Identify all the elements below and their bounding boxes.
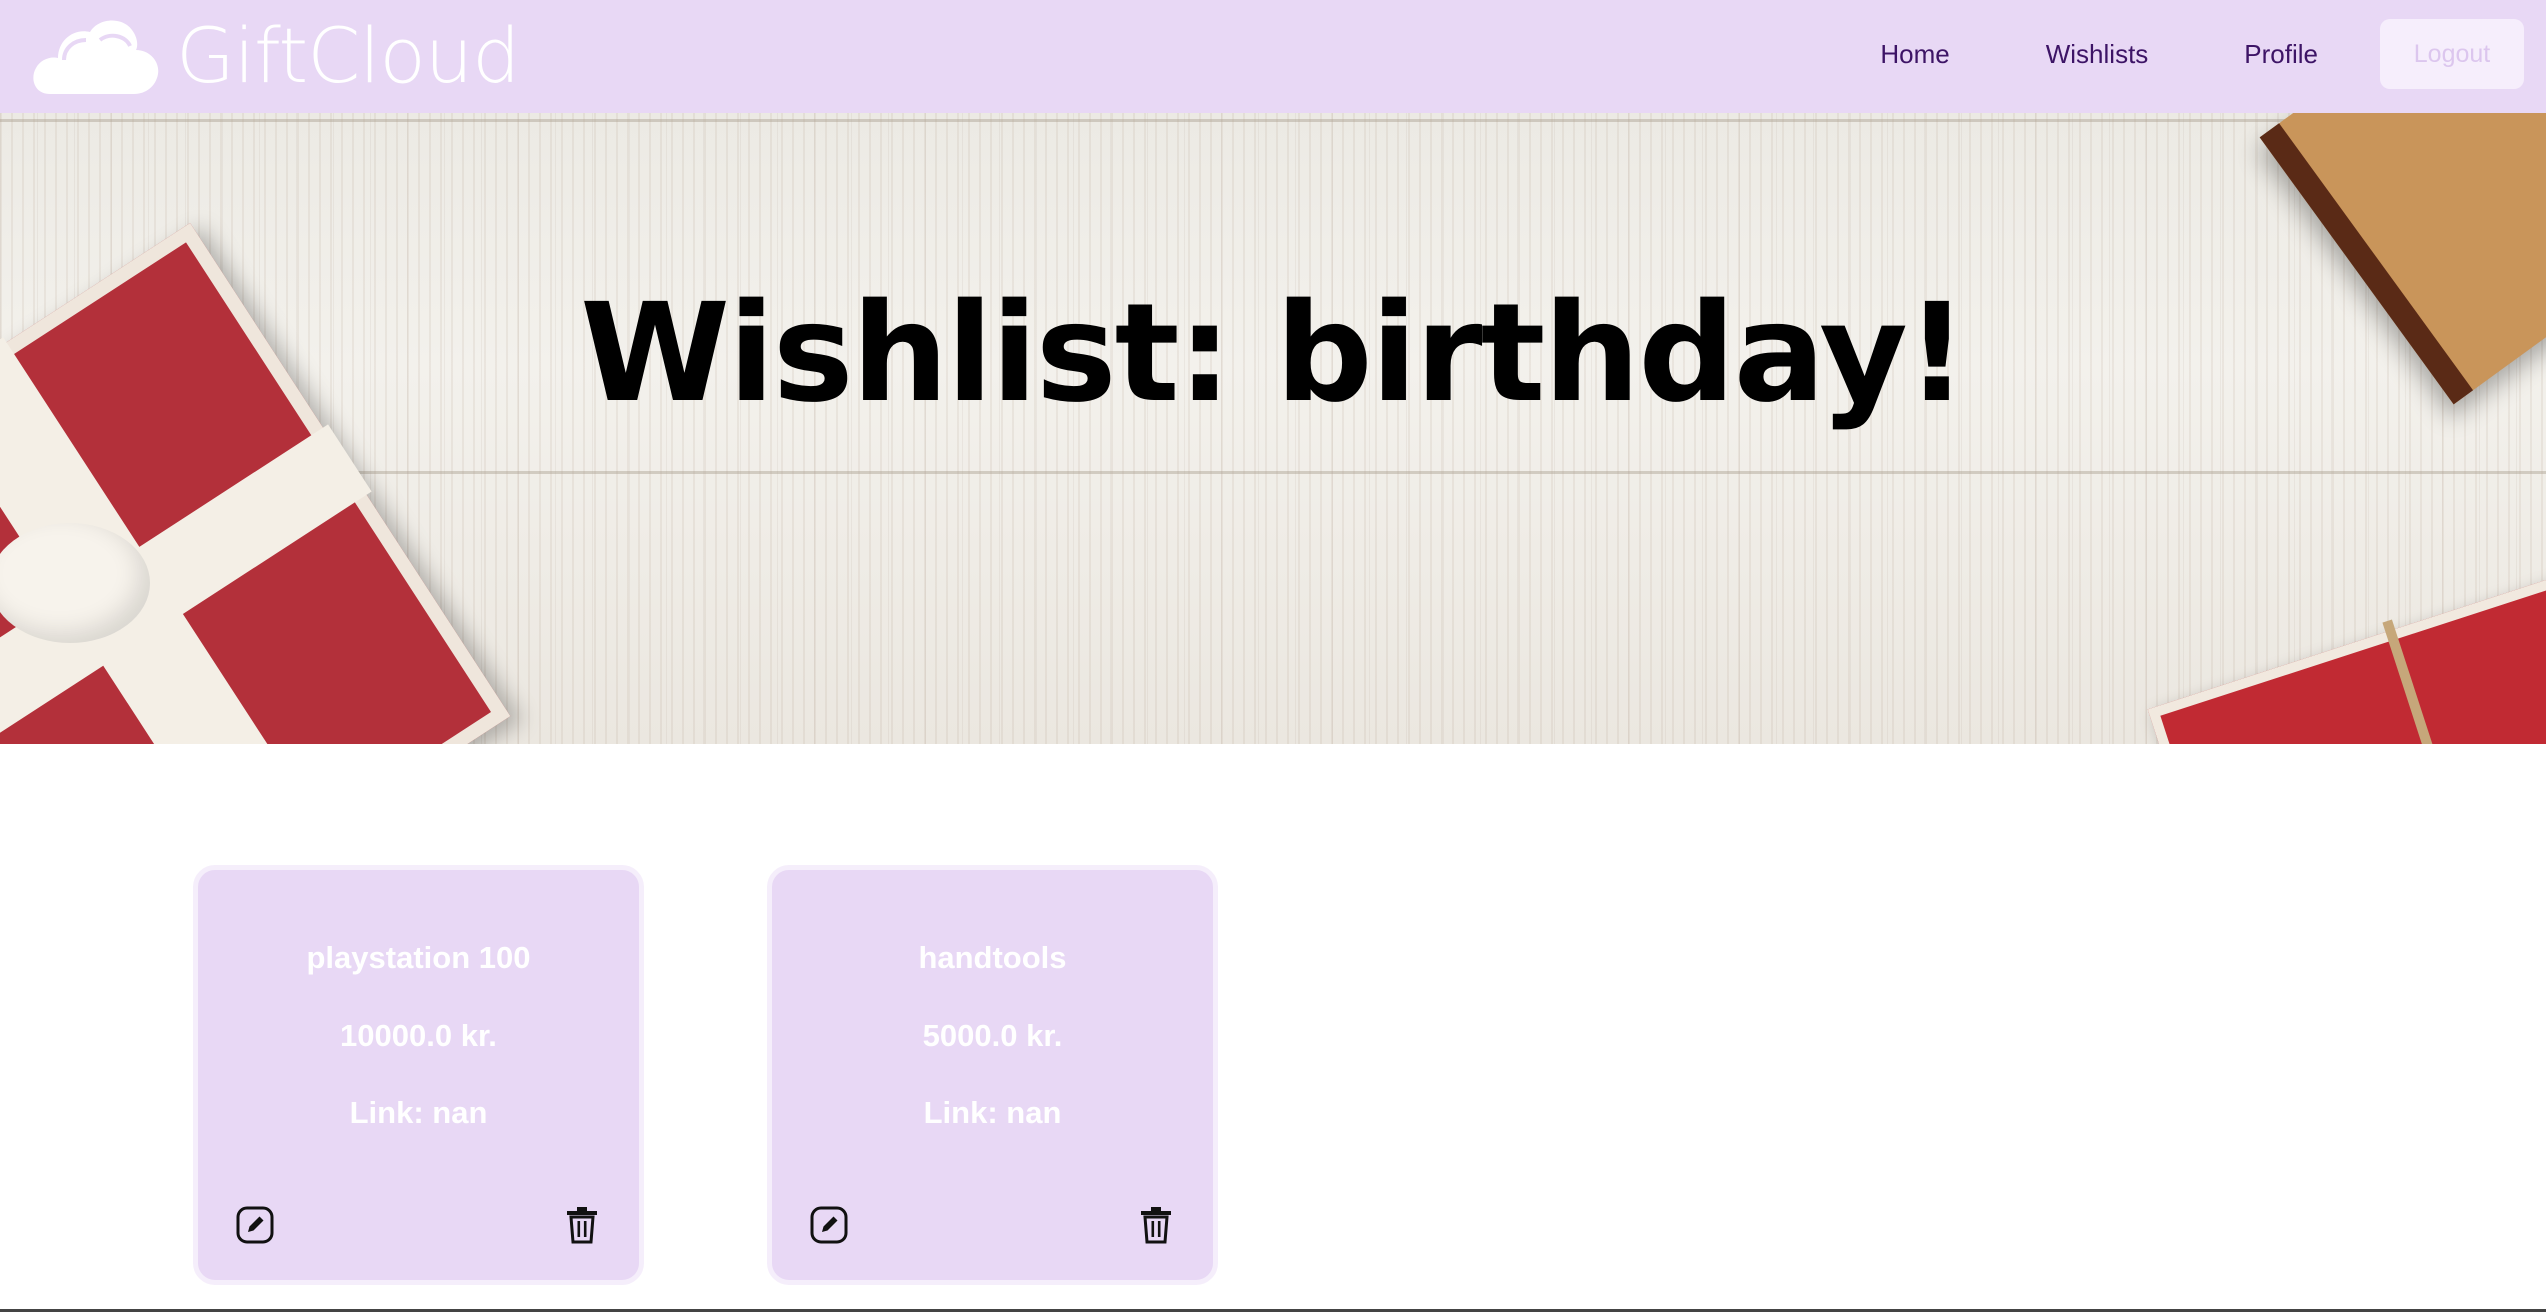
nav-home-link[interactable]: Home <box>1880 39 1949 70</box>
wish-link: Link: nan <box>923 1095 1062 1130</box>
pencil-square-icon <box>236 1206 274 1244</box>
nav-wishlists-link[interactable]: Wishlists <box>2046 39 2149 70</box>
twine-decoration <box>2382 619 2491 744</box>
wish-card-list: playstation 100 10000.0 kr. Link: nan ha… <box>193 865 1341 1285</box>
wish-card: handtools 5000.0 kr. Link: nan <box>767 865 1218 1285</box>
trash-icon <box>1141 1207 1171 1244</box>
cloud-icon <box>33 19 159 94</box>
page-title: Wishlist: birthday! <box>580 275 1968 433</box>
delete-wish-button[interactable] <box>1131 1200 1181 1250</box>
edit-wish-button[interactable] <box>804 1200 854 1250</box>
gift-box-decoration <box>2147 570 2546 744</box>
navbar: GiftCloud Home Wishlists Profile Logout <box>0 0 2546 113</box>
wish-price: 10000.0 kr. <box>340 1018 497 1053</box>
hero-banner: Wishlist: birthday! <box>0 113 2546 744</box>
logout-button[interactable]: Logout <box>2380 19 2524 89</box>
wish-card: playstation 100 10000.0 kr. Link: nan <box>193 865 644 1285</box>
nav-profile-link[interactable]: Profile <box>2244 39 2318 70</box>
wish-name: playstation 100 <box>306 940 531 975</box>
wish-name: handtools <box>918 940 1067 975</box>
trash-icon <box>567 1207 597 1244</box>
brand-name: GiftCloud <box>176 10 520 100</box>
brand-logo[interactable]: GiftCloud <box>30 8 520 103</box>
delete-wish-button[interactable] <box>557 1200 607 1250</box>
wish-price: 5000.0 kr. <box>922 1018 1063 1053</box>
main-nav: Home Wishlists Profile Logout <box>1880 18 2524 90</box>
plank-divider <box>0 471 2546 474</box>
edit-wish-button[interactable] <box>230 1200 280 1250</box>
pencil-square-icon <box>810 1206 848 1244</box>
wish-link: Link: nan <box>349 1095 488 1130</box>
plank-divider <box>0 119 2546 122</box>
